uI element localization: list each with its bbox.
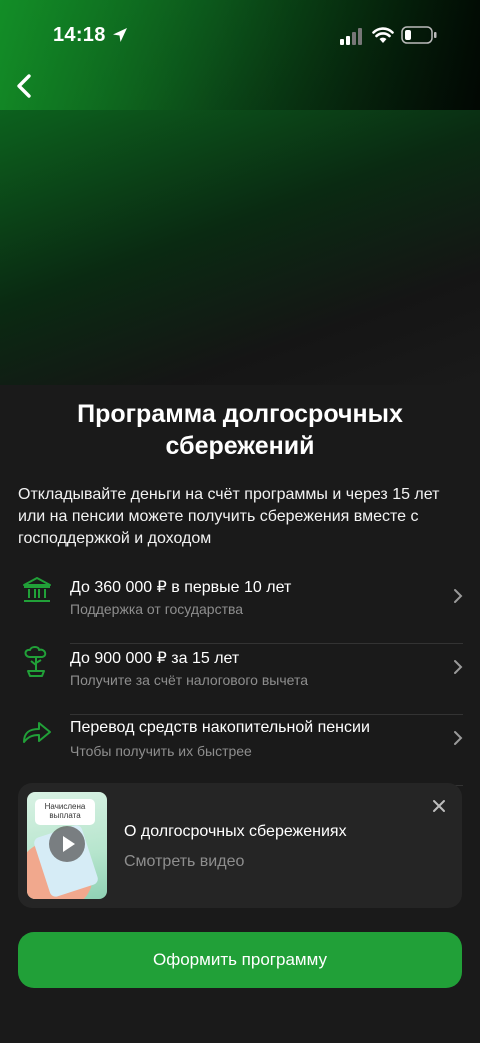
feature-subtitle: Поддержка от государства <box>70 601 244 617</box>
chevron-right-icon <box>454 731 463 745</box>
back-button[interactable] <box>10 70 40 102</box>
chevron-right-icon <box>454 589 463 603</box>
battery-icon <box>401 26 437 44</box>
feature-item-tax-deduction[interactable]: До 900 000 ₽ за 15 лет Получите за счёт … <box>18 645 463 715</box>
chevron-right-icon <box>454 660 463 674</box>
feature-title: До 900 000 ₽ за 15 лет <box>70 650 240 667</box>
money-tree-icon <box>24 646 47 677</box>
feature-item-pension-transfer[interactable]: Перевод средств накопительной пенсии Что… <box>18 716 463 786</box>
feature-title: До 360 000 ₽ в первые 10 лет <box>70 579 292 596</box>
feature-item-state-support[interactable]: До 360 000 ₽ в первые 10 лет Поддержка о… <box>18 574 463 644</box>
program-description: Откладывайте деньги на счёт программы и … <box>18 486 440 547</box>
play-icon[interactable] <box>49 826 85 862</box>
divider <box>70 714 463 715</box>
apply-program-button[interactable]: Оформить программу <box>18 932 462 988</box>
video-title: О долгосрочных сбережениях <box>124 823 347 840</box>
divider <box>70 643 463 644</box>
video-promo-card[interactable]: Начислена выплата О долгосрочных сбереже… <box>18 783 462 908</box>
page-title: Программа долгосрочных сбережений <box>77 400 403 460</box>
feature-subtitle: Получите за счёт налогового вычета <box>70 672 308 688</box>
feature-title: Перевод средств накопительной пенсии <box>70 719 370 736</box>
cellular-signal-icon <box>340 28 362 45</box>
watch-video-link[interactable]: Смотреть видео <box>124 853 244 871</box>
location-arrow-icon <box>113 28 127 42</box>
status-bar: 14:18 <box>0 0 480 70</box>
transfer-arrow-icon <box>23 722 51 743</box>
status-time: 14:18 <box>53 24 106 46</box>
close-icon[interactable] <box>432 799 446 813</box>
thumbnail-caption: Начислена выплата <box>35 799 95 825</box>
video-thumbnail[interactable]: Начислена выплата <box>27 792 107 899</box>
wifi-icon <box>372 27 394 43</box>
bank-icon <box>23 577 51 602</box>
chevron-left-icon <box>17 74 31 98</box>
feature-subtitle: Чтобы получить их быстрее <box>70 743 252 759</box>
